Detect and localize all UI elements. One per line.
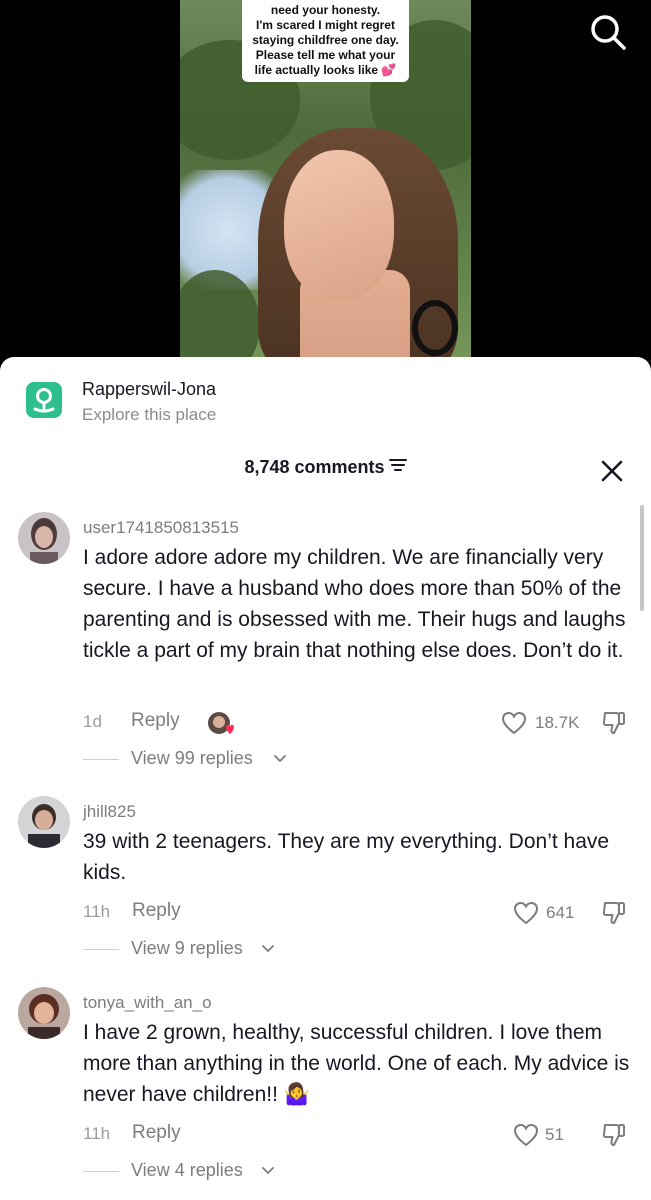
like-count: 18.7K (535, 713, 580, 732)
close-icon (601, 460, 623, 482)
location-anchor[interactable]: Rapperswil-Jona Explore this place (26, 379, 426, 429)
comment-actions: 11h Reply 641 (83, 900, 638, 926)
comment-time: 1d (83, 712, 102, 731)
hearts-emoji: 💕 (381, 63, 397, 77)
dislike-button[interactable] (601, 900, 627, 926)
like-button[interactable]: 641 (513, 900, 591, 926)
comment-text: 39 with 2 teenagers. They are my everyth… (83, 830, 610, 884)
location-subtitle: Explore this place (82, 405, 217, 424)
comment-username[interactable]: jhill825 (83, 802, 136, 822)
caption-line: need your honesty. (270, 3, 381, 17)
view-replies-button[interactable]: View 4 replies (83, 1160, 383, 1184)
location-name: Rapperswil-Jona (82, 379, 217, 399)
comment-time: 11h (83, 1124, 111, 1143)
chevron-down-icon (262, 945, 274, 953)
map-pin-icon (26, 382, 62, 418)
avatar[interactable] (18, 796, 70, 848)
comment-username[interactable]: user1741850813515 (83, 518, 239, 538)
reply-button[interactable]: Reply (132, 1122, 181, 1144)
reply-button[interactable]: Reply (132, 900, 181, 922)
video-caption: need your honesty. I'm scared I might re… (242, 0, 409, 82)
like-count: 641 (546, 903, 575, 922)
heart-outline-icon (513, 901, 539, 925)
caption-line: Please tell me what your (255, 48, 396, 62)
comments-sheet: Rapperswil-Jona Explore this place 8,748… (0, 357, 651, 1200)
avatar[interactable] (18, 512, 70, 564)
avatar[interactable] (18, 987, 70, 1039)
dislike-button[interactable] (601, 1122, 627, 1148)
thumbs-down-icon (602, 712, 625, 734)
heart-outline-icon (513, 1123, 539, 1147)
comment-actions: 1d Reply 18.7K (83, 710, 638, 736)
heart-outline-icon (501, 711, 527, 735)
view-replies-label: View 99 replies (131, 748, 253, 768)
search-button[interactable] (586, 10, 630, 54)
comment-username[interactable]: tonya_with_an_o (83, 993, 212, 1013)
replies-divider (83, 1171, 119, 1172)
close-button[interactable] (600, 459, 624, 483)
search-icon (591, 15, 626, 50)
thumbs-down-icon (602, 1124, 625, 1146)
scrollbar[interactable] (640, 505, 644, 611)
comments-header: 8,748 comments (0, 457, 651, 487)
comments-count: 8,748 comments (244, 457, 385, 477)
replies-divider (83, 949, 119, 950)
view-replies-label: View 9 replies (131, 938, 243, 958)
chevron-down-icon (262, 1167, 274, 1175)
dislike-button[interactable] (601, 710, 627, 736)
creator-liked-icon (207, 711, 234, 737)
view-replies-label: View 4 replies (131, 1160, 243, 1180)
video-player[interactable]: need your honesty. I'm scared I might re… (0, 0, 651, 380)
replies-divider (83, 759, 119, 760)
like-button[interactable]: 51 (513, 1122, 583, 1148)
caption-line: staying childfree one day. (252, 33, 399, 47)
comment-time: 11h (83, 902, 111, 921)
comment-text: I have 2 grown, healthy, successful chil… (83, 1021, 630, 1106)
like-button[interactable]: 18.7K (501, 710, 591, 736)
comment-actions: 11h Reply 51 (83, 1122, 638, 1148)
sort-icon[interactable] (388, 457, 407, 478)
caption-line: I'm scared I might regret (256, 18, 395, 32)
reply-button[interactable]: Reply (131, 710, 180, 732)
caption-line-text: life actually looks like (254, 63, 379, 77)
caption-line: life actually looks like 💕 (246, 63, 405, 78)
view-replies-button[interactable]: View 99 replies (83, 748, 383, 772)
video-person-face (284, 150, 394, 300)
view-replies-button[interactable]: View 9 replies (83, 938, 383, 962)
comment-text: I adore adore adore my children. We are … (83, 546, 626, 662)
like-count: 51 (545, 1125, 564, 1144)
thumbs-down-icon (602, 902, 625, 924)
video-person-strap (412, 300, 458, 356)
chevron-down-icon (274, 755, 286, 763)
